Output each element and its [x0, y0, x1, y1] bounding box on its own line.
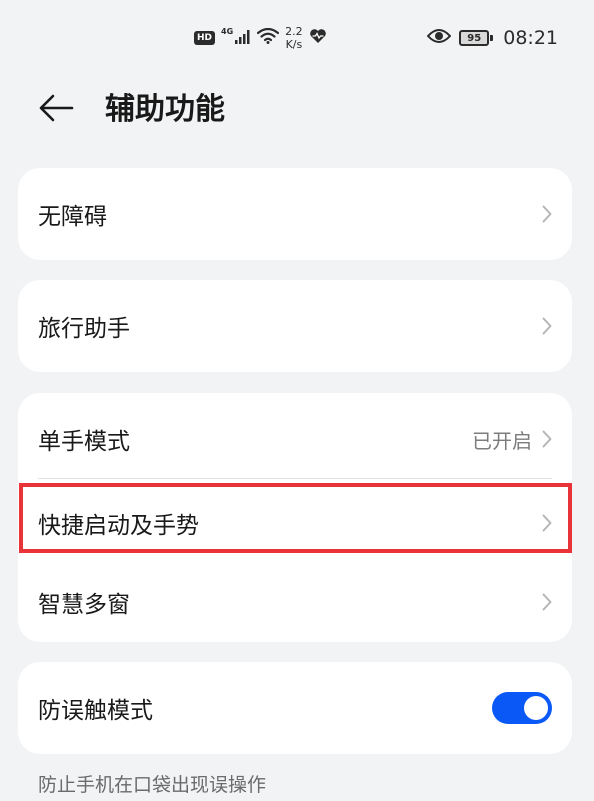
health-heart-icon [309, 28, 327, 48]
status-bar: HD 4G 2.2 K/s 95 08:21 [0, 0, 594, 76]
mistouch-description: 防止手机在口袋出现误操作 [38, 774, 267, 796]
shortcuts-gestures-label: 快捷启动及手势 [38, 513, 199, 539]
one-hand-mode-row[interactable]: 单手模式 已开启 [18, 393, 572, 485]
accessibility-label: 无障碍 [38, 204, 107, 230]
one-hand-mode-label: 单手模式 [38, 429, 130, 455]
smart-multiwindow-label: 智慧多窗 [38, 591, 130, 618]
chevron-right-icon [542, 514, 552, 532]
page-header: 辅助功能 [0, 76, 594, 144]
status-icons-group: HD 4G 2.2 K/s [194, 22, 327, 54]
back-arrow-icon [38, 94, 74, 126]
network-type-label: 4G [221, 26, 234, 36]
travel-assistant-label: 旅行助手 [38, 316, 130, 342]
chevron-right-icon [542, 205, 552, 223]
smart-multiwindow-row[interactable]: 智慧多窗 [18, 561, 572, 642]
eye-comfort-icon [426, 28, 452, 48]
accessibility-row[interactable]: 无障碍 [18, 168, 572, 260]
mistouch-mode-row[interactable]: 防误触模式 [18, 662, 572, 754]
travel-assistant-card: 旅行助手 [18, 280, 572, 372]
shortcuts-gestures-row[interactable]: 快捷启动及手势 [18, 485, 572, 561]
back-button[interactable] [34, 90, 78, 130]
travel-assistant-row[interactable]: 旅行助手 [18, 280, 572, 372]
status-right-group: 95 08:21 [426, 24, 558, 52]
toggle-knob [524, 696, 548, 720]
network-speed: 2.2 K/s [285, 25, 303, 51]
one-hand-mode-status: 已开启 [472, 428, 532, 453]
mistouch-mode-toggle[interactable] [492, 692, 552, 724]
chevron-right-icon [542, 317, 552, 335]
battery-icon: 95 [459, 30, 494, 46]
network-speed-value: 2.2 [285, 25, 303, 38]
network-speed-unit: K/s [285, 38, 303, 51]
mistouch-card: 防误触模式 [18, 662, 572, 754]
page-title: 辅助功能 [105, 92, 225, 127]
accessibility-card: 无障碍 [18, 168, 572, 260]
mistouch-mode-label: 防误触模式 [38, 698, 153, 724]
gesture-settings-card: 单手模式 已开启 快捷启动及手势 智慧多窗 [18, 393, 572, 642]
chevron-right-icon [542, 593, 552, 610]
status-clock: 08:21 [503, 27, 558, 49]
divider [38, 478, 552, 479]
chevron-right-icon [542, 430, 552, 448]
hd-badge: HD [194, 31, 216, 45]
wifi-icon [257, 27, 280, 48]
signal-icon [235, 29, 251, 48]
